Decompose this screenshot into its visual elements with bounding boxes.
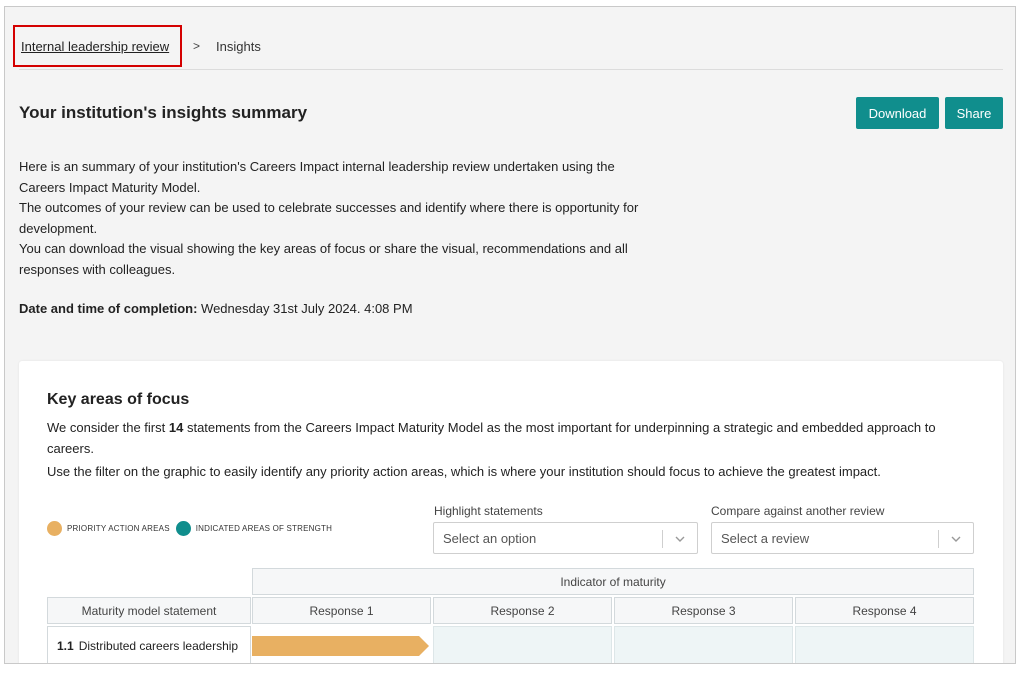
maturity-bar-priority[interactable]	[252, 636, 429, 656]
description-part-1: We consider the first	[47, 420, 169, 435]
breadcrumb-link-internal-leadership-review[interactable]: Internal leadership review	[13, 25, 182, 67]
share-button[interactable]: Share	[945, 97, 1003, 129]
key-areas-card: Key areas of focus We consider the first…	[19, 361, 1003, 663]
breadcrumb-current: Insights	[216, 38, 261, 54]
filter-instructions: Use the filter on the graphic to easily …	[47, 464, 881, 479]
legend-item-strength: INDICATED AREAS OF STRENGTH	[175, 521, 333, 536]
download-button[interactable]: Download	[856, 97, 939, 129]
intro-line-3: You can download the visual showing the …	[19, 241, 628, 277]
chevron-down-icon[interactable]	[949, 532, 963, 546]
completion-value: Wednesday 31st July 2024. 4:08 PM	[201, 301, 413, 316]
table-cell	[614, 626, 793, 663]
legend: PRIORITY ACTION AREAS INDICATED AREAS OF…	[47, 521, 338, 536]
compare-select-value: Select a review	[721, 530, 810, 546]
statement-count: 14	[168, 420, 184, 435]
statement-name: Distributed careers leadership	[78, 639, 239, 653]
strength-dot-icon	[175, 521, 191, 536]
table-row-label[interactable]: 1.1 Distributed careers leadership	[47, 626, 251, 663]
statement-number: 1.1	[57, 639, 74, 653]
key-areas-description: We consider the first 14 statements from…	[47, 417, 977, 459]
completion-date: Date and time of completion: Wednesday 3…	[19, 301, 413, 316]
divider	[19, 69, 1003, 70]
response-4-header: Response 4	[795, 597, 974, 624]
key-areas-title: Key areas of focus	[47, 391, 190, 408]
intro-line-1: Here is an summary of your institution's…	[19, 159, 615, 195]
response-2-header: Response 2	[433, 597, 612, 624]
highlight-statements-select[interactable]: Select an option	[433, 522, 698, 554]
statement-column-header: Maturity model statement	[47, 597, 251, 624]
response-3-header: Response 3	[614, 597, 793, 624]
table-cell	[433, 626, 612, 663]
select-divider	[662, 530, 663, 548]
indicator-of-maturity-header: Indicator of maturity	[252, 568, 974, 595]
maturity-bar-shape	[252, 636, 429, 656]
intro-text: Here is an summary of your institution's…	[19, 157, 659, 280]
table-cell	[795, 626, 974, 663]
compare-review-select[interactable]: Select a review	[711, 522, 974, 554]
select-divider	[938, 530, 939, 548]
page-title: Your institution's insights summary	[19, 103, 308, 122]
compare-review-label: Compare against another review	[711, 504, 885, 518]
breadcrumb: Internal leadership review > Insights	[13, 25, 261, 67]
highlight-select-value: Select an option	[443, 530, 537, 546]
legend-priority-label: PRIORITY ACTION AREAS	[67, 524, 170, 533]
legend-strength-label: INDICATED AREAS OF STRENGTH	[195, 524, 333, 533]
page-frame: Internal leadership review > Insights Yo…	[4, 6, 1016, 664]
intro-line-2: The outcomes of your review can be used …	[19, 200, 639, 236]
priority-dot-icon	[47, 521, 62, 536]
chevron-down-icon[interactable]	[673, 532, 687, 546]
highlight-statements-label: Highlight statements	[434, 504, 543, 518]
completion-label: Date and time of completion:	[19, 301, 198, 316]
response-1-header: Response 1	[252, 597, 431, 624]
legend-item-priority: PRIORITY ACTION AREAS	[47, 521, 170, 536]
breadcrumb-separator: >	[193, 39, 201, 53]
